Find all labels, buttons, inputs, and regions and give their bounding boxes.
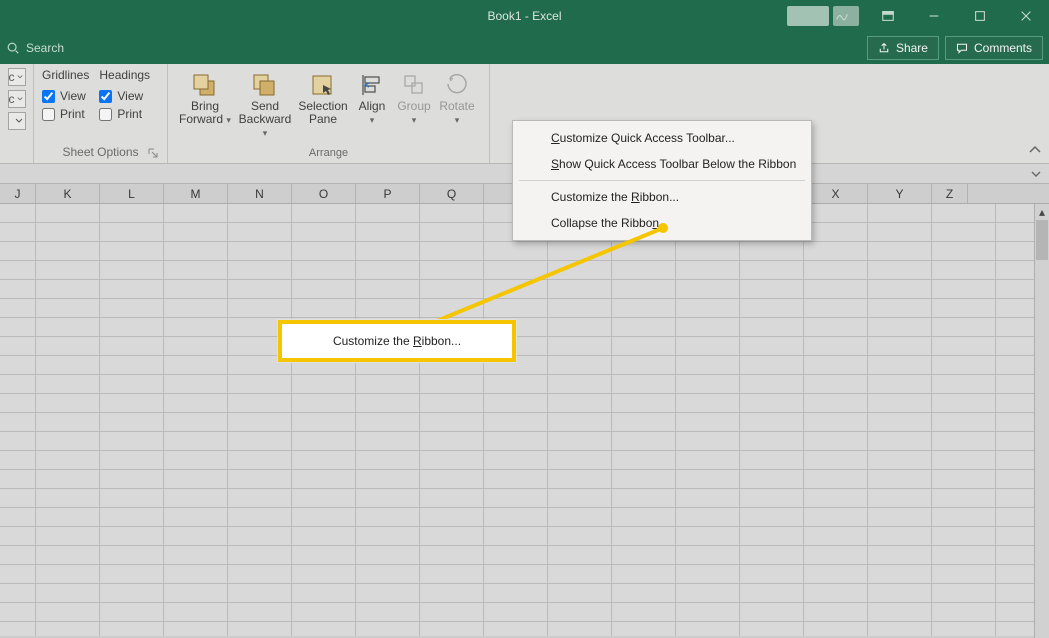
menu-customize-ribbon[interactable]: Customize the Ribbon... bbox=[513, 184, 811, 210]
menu-show-qat-below[interactable]: Show Quick Access Toolbar Below the Ribb… bbox=[513, 151, 811, 177]
menu-separator bbox=[519, 180, 805, 181]
callout-text: Customize the Ribbon... bbox=[333, 334, 461, 348]
menu-customize-qat[interactable]: Customize Quick Access Toolbar... bbox=[513, 125, 811, 151]
ribbon-context-menu: Customize Quick Access Toolbar... Show Q… bbox=[512, 120, 812, 241]
dim-overlay bbox=[0, 0, 1049, 638]
menu-collapse-ribbon[interactable]: Collapse the Ribbon bbox=[513, 210, 811, 236]
callout-box: Customize the Ribbon... bbox=[278, 320, 516, 362]
